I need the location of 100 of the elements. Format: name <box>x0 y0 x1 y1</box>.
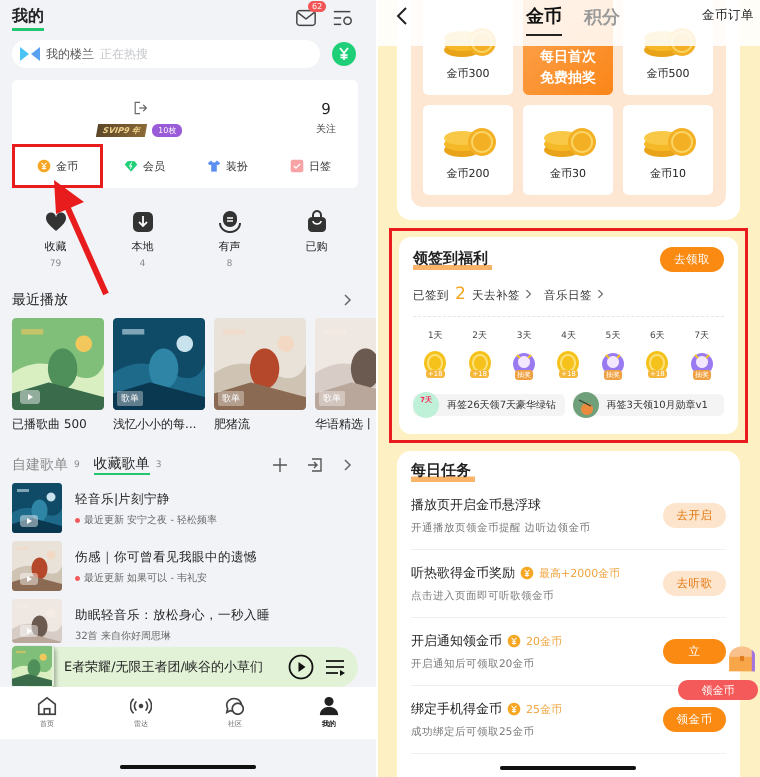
play-icon <box>20 625 38 637</box>
day-label: 2天 <box>472 330 487 342</box>
shortcut-button[interactable]: 会员 <box>124 146 165 186</box>
calendar-check-icon <box>290 159 304 173</box>
page-tab[interactable]: 金币 <box>526 4 562 36</box>
chevron-right-icon[interactable] <box>342 293 352 307</box>
playlist-tag: 歌单 <box>319 391 345 406</box>
shortcut-button[interactable]: 装扮 <box>207 146 248 186</box>
day-label: 5天 <box>606 330 620 342</box>
play-icon <box>20 573 38 585</box>
diamond-icon <box>124 159 138 173</box>
cover-caption[interactable]: 已播歌曲 500 <box>12 416 104 433</box>
orders-link[interactable]: 金币订单 <box>702 7 754 24</box>
cover-caption[interactable]: 肥猪流 <box>214 416 306 433</box>
search-placeholder: 正在热搜 <box>100 46 148 62</box>
prize-label: 金币500 <box>646 66 690 81</box>
play-button-icon[interactable] <box>288 654 314 680</box>
cover-caption[interactable]: 浅忆小小的每... <box>113 416 205 433</box>
day-label: 3天 <box>516 330 532 342</box>
playlist-subtitle: 32首 来自你好周思琳 <box>75 630 171 643</box>
playlist-count: 3 <box>156 460 162 470</box>
audiobook-icon <box>218 210 242 234</box>
chevron-right-icon <box>524 288 532 300</box>
playlist-tab[interactable]: 收藏歌单 <box>94 455 150 475</box>
library-label[interactable]: 已购 <box>306 239 328 254</box>
playlist-tag: 歌单 <box>117 391 143 406</box>
playlist-icon[interactable] <box>324 657 346 677</box>
library-count: 79 <box>50 259 62 269</box>
download-icon <box>130 210 154 234</box>
page-title: 我的 <box>12 6 44 30</box>
task-description: 点击进入页面即可听歌领金币 <box>411 589 555 603</box>
task-title: 听热歌得金币奖励 <box>411 565 515 582</box>
search-field[interactable]: 我的楼兰 正在热搜 <box>12 40 320 68</box>
playlist-title[interactable]: 助眠轻音乐：放松身心，一秒入睡 <box>75 607 270 624</box>
butterfly-icon <box>20 47 40 61</box>
medal-icon <box>572 392 598 418</box>
prize-label: 金币200 <box>446 166 490 180</box>
message-count-badge: 62 <box>308 1 326 12</box>
daily-link[interactable]: 音乐日签 <box>544 288 592 303</box>
library-count: 4 <box>140 259 146 269</box>
library-label[interactable]: 有声 <box>218 239 240 254</box>
song-title[interactable]: E者荣耀/无限王者团/峡谷的小草们 <box>64 658 263 676</box>
reward-amount: 20金币 <box>526 634 562 648</box>
playlist-subtitle: 最近更新 安宁之夜 - 轻松频率 <box>84 514 218 527</box>
medal-badge: 10枚 <box>152 124 182 137</box>
reward-amount: 最高+2000金币 <box>539 566 620 580</box>
back-icon[interactable] <box>396 6 408 26</box>
task-title: 播放页开启金币悬浮球 <box>411 497 541 514</box>
import-icon[interactable] <box>306 456 324 474</box>
chevron-right-icon <box>596 288 604 300</box>
shirt-icon <box>207 159 221 173</box>
plus-icon[interactable] <box>272 457 288 473</box>
prize-label: 金币300 <box>446 66 490 81</box>
section-title: 最近播放 <box>12 291 68 309</box>
library-label[interactable]: 本地 <box>132 239 154 254</box>
play-icon <box>20 515 38 527</box>
shortcut-button[interactable]: 金币 <box>12 144 103 188</box>
makeup-link[interactable]: 天去补签 <box>472 288 520 303</box>
day-label: 1天 <box>428 330 443 342</box>
vip-badge: SVIP9 年 <box>96 124 148 137</box>
chevron-right-icon[interactable] <box>342 458 352 472</box>
day-label: 7天 <box>694 330 710 342</box>
follow-label[interactable]: 关注 <box>316 122 336 136</box>
promo-pill[interactable]: 再签3天领10月勋章v1 <box>572 394 724 416</box>
logout-icon[interactable] <box>132 100 148 116</box>
playlist-subtitle: 最近更新 如果可以 - 韦礼安 <box>84 572 208 585</box>
person-icon <box>318 695 340 717</box>
prize-label: 金币30 <box>550 166 586 180</box>
mini-player[interactable]: E者荣耀/无限王者团/峡谷的小草们 <box>12 647 358 687</box>
playlist-title[interactable]: 轻音乐|片刻宁静 <box>75 491 218 508</box>
task-description: 开通播放页领金币提醒 边听边领金币 <box>411 521 592 535</box>
task-description: 开启通知后可领取20金币 <box>411 657 536 671</box>
library-label[interactable]: 收藏 <box>44 239 66 254</box>
shortcut-button[interactable]: 日签 <box>290 146 331 186</box>
task-title: 开启通知领金币 <box>411 633 502 650</box>
playlist-count: 9 <box>74 460 80 470</box>
checkin-label: 已签到 <box>413 288 449 303</box>
card-title: 每日任务 <box>411 461 475 482</box>
task-description: 成功绑定后可领取25金币 <box>411 725 536 739</box>
playlist-tag: 歌单 <box>218 391 244 406</box>
search-label: 我的楼兰 <box>46 46 94 62</box>
coin-icon <box>37 159 51 173</box>
task-title: 绑定手机得金币 <box>411 701 502 718</box>
checkin-days: 2 <box>455 284 466 304</box>
playlist-title[interactable]: 伤感｜你可曾看见我眼中的遗憾 <box>75 549 257 566</box>
prize-label: 金币10 <box>650 166 686 180</box>
cover-caption[interactable]: 华语精选丨 <box>315 416 376 433</box>
coin-icon <box>520 566 534 580</box>
coin-icon <box>507 702 521 716</box>
play-icon <box>20 390 40 404</box>
home-icon <box>36 695 58 717</box>
chat-icon <box>224 695 246 717</box>
reward-amount: 25金币 <box>526 702 562 716</box>
follow-count: 9 <box>321 100 331 118</box>
day-label: 6天 <box>650 330 665 342</box>
library-count: 8 <box>226 259 232 269</box>
card-title: 领签到福利 <box>413 249 492 270</box>
coin-icon <box>507 634 521 648</box>
radar-icon <box>130 695 152 717</box>
day-label: 4天 <box>561 330 576 342</box>
